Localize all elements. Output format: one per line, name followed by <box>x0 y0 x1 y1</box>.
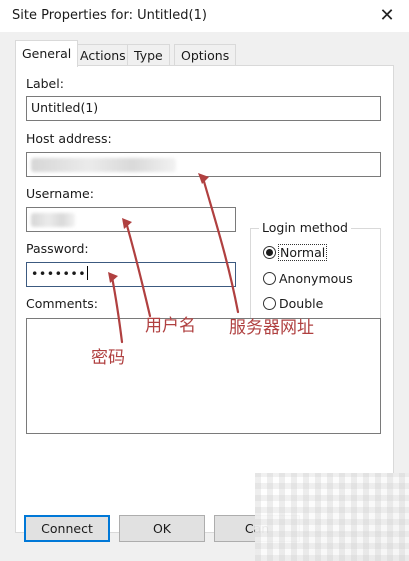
title-bar: Site Properties for: Untitled(1) ✕ <box>0 0 409 32</box>
watermark-mosaic <box>255 473 409 561</box>
redacted-username-blur <box>31 213 75 227</box>
label-input[interactable]: Untitled(1) <box>26 96 381 121</box>
text-caret <box>87 266 89 280</box>
login-method-group: Login method Normal Anonymous Double <box>250 220 381 322</box>
radio-anonymous[interactable]: Anonymous <box>263 269 353 287</box>
label-input-value: Untitled(1) <box>31 100 99 115</box>
radio-normal[interactable]: Normal <box>263 243 328 261</box>
password-input[interactable]: ••••••• <box>26 262 236 287</box>
password-annotation: 密码 <box>91 348 125 368</box>
radio-double-label: Double <box>279 295 324 311</box>
close-icon[interactable]: ✕ <box>373 2 401 28</box>
redacted-host-blur <box>31 158 176 172</box>
radio-unselected-icon <box>263 296 276 310</box>
comments-textarea[interactable] <box>26 318 381 434</box>
radio-anonymous-label: Anonymous <box>279 270 353 286</box>
comments-caption: Comments: <box>26 296 98 311</box>
tab-options[interactable]: Options <box>174 44 237 67</box>
general-tab-panel: Label: Untitled(1) Host address: Usernam… <box>15 65 394 533</box>
host-address-input[interactable] <box>26 152 381 177</box>
radio-normal-label: Normal <box>277 243 328 261</box>
password-value: ••••••• <box>31 266 87 281</box>
connect-button[interactable]: Connect <box>24 515 110 542</box>
ok-button[interactable]: OK <box>119 515 205 542</box>
tab-type[interactable]: Type <box>127 44 170 67</box>
username-caption: Username: <box>26 186 94 201</box>
label-caption: Label: <box>26 76 64 91</box>
username-input[interactable] <box>26 207 236 232</box>
radio-double[interactable]: Double <box>263 294 323 312</box>
password-caption: Password: <box>26 241 89 256</box>
tab-general[interactable]: General <box>15 40 79 67</box>
host-address-caption: Host address: <box>26 131 112 146</box>
window-title: Site Properties for: Untitled(1) <box>12 8 207 23</box>
host-annotation: 服务器网址 <box>229 318 314 338</box>
login-method-title: Login method <box>259 220 351 235</box>
radio-unselected-icon <box>263 271 276 285</box>
radio-selected-icon <box>263 245 276 259</box>
username-annotation: 用户名 <box>145 316 196 336</box>
tab-actions[interactable]: Actions <box>73 44 133 67</box>
